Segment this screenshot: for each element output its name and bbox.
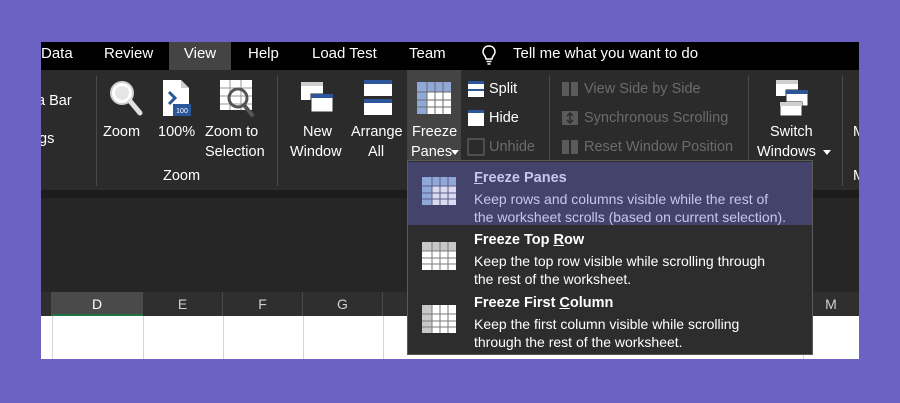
switch-windows-line1[interactable]: Switch [770, 122, 813, 142]
zoom-selection-line2[interactable]: Selection [205, 142, 265, 162]
arrange-all-icon [364, 80, 392, 115]
reset-position-icon [562, 140, 578, 154]
access-key: C [559, 295, 570, 311]
new-window-line2[interactable]: Window [290, 142, 342, 162]
reset-window-position-button[interactable]: Reset Window Position [584, 137, 733, 157]
partial-label-bar[interactable]: a Bar [41, 91, 72, 111]
menu-item-freeze-top-row[interactable]: Freeze Top Row Keep the top row visible … [408, 227, 812, 290]
switch-windows-icon [776, 80, 809, 117]
freeze-panes-icon [417, 82, 451, 114]
tab-team[interactable]: Team [409, 42, 446, 70]
access-key: F [474, 170, 483, 186]
freeze-first-column-icon [422, 305, 456, 333]
magnifier-icon [110, 81, 143, 116]
arrange-all-line1[interactable]: Arrange [351, 122, 403, 142]
access-key: R [553, 232, 564, 248]
new-window-line1[interactable]: New [303, 122, 332, 142]
tab-data[interactable]: Data [41, 42, 73, 70]
side-by-side-icon [562, 82, 578, 96]
grid-line [223, 316, 224, 359]
title-text: Freeze First [474, 295, 560, 311]
page-100-icon: 100 [163, 80, 191, 116]
freeze-first-column-desc-2: through the rest of the worksheet. [474, 334, 683, 350]
grid-line [143, 316, 144, 359]
column-header-partial[interactable] [41, 292, 52, 316]
grid-line [52, 316, 53, 359]
tab-view[interactable]: View [169, 42, 231, 70]
hide-button[interactable]: Hide [489, 108, 519, 128]
freeze-panes-desc-2: the worksheet scrolls (based on current … [474, 209, 787, 225]
group-separator [96, 76, 97, 186]
freeze-panes-menu: Freeze Panes Keep rows and columns visib… [407, 160, 813, 355]
freeze-panes-icon [422, 177, 456, 205]
new-window-icon [301, 82, 334, 113]
title-text: olumn [569, 295, 614, 311]
group-separator [549, 76, 550, 168]
zoom-100-button[interactable]: 100% [158, 122, 195, 142]
chevron-down-icon [451, 150, 459, 155]
zoom-to-selection-icon [220, 80, 254, 117]
menu-item-freeze-first-column[interactable]: Freeze First Column Keep the first colum… [408, 290, 812, 353]
freeze-top-row-title: Freeze Top Row [474, 232, 584, 248]
freeze-top-row-icon [422, 242, 456, 270]
freeze-panes-title: Freeze Panes [474, 170, 567, 186]
tell-me-search[interactable]: Tell me what you want to do [513, 42, 698, 70]
view-side-by-side-button[interactable]: View Side by Side [584, 79, 701, 99]
synchronous-scrolling-button[interactable]: Synchronous Scrolling [584, 108, 728, 128]
tab-help[interactable]: Help [248, 42, 279, 70]
svg-text:100: 100 [176, 108, 188, 115]
freeze-first-column-title: Freeze First Column [474, 295, 613, 311]
partial-label-macros[interactable]: M [853, 122, 859, 142]
tab-load-test[interactable]: Load Test [312, 42, 377, 70]
group-separator [748, 76, 749, 168]
unhide-window-icon [467, 138, 485, 156]
freeze-top-row-desc-1: Keep the top row visible while scrolling… [474, 253, 766, 269]
grid-line [383, 316, 384, 359]
freeze-panes-line2[interactable]: Panes [411, 142, 452, 162]
lightbulb-icon [482, 45, 496, 65]
freeze-first-column-desc-1: Keep the first column visible while scro… [474, 316, 740, 332]
sync-scroll-icon [562, 111, 578, 125]
column-header-g[interactable]: G [303, 292, 383, 316]
menu-bar: Data Review View Help Load Test Team Tel… [41, 42, 859, 70]
unhide-button[interactable]: Unhide [489, 137, 535, 157]
title-text: ow [563, 232, 585, 248]
zoom-group-label: Zoom [163, 168, 201, 184]
group-separator [842, 76, 843, 186]
title-text: Freeze Top [474, 232, 554, 248]
split-icon [468, 81, 484, 97]
chevron-down-icon [823, 150, 831, 155]
arrange-all-line2[interactable]: All [368, 142, 384, 162]
split-button[interactable]: Split [489, 79, 517, 99]
group-separator [277, 76, 278, 186]
column-header-e[interactable]: E [143, 292, 223, 316]
freeze-panes-desc-1: Keep rows and columns visible while the … [474, 191, 769, 207]
partial-label-gs[interactable]: gs [41, 129, 54, 149]
column-header-d[interactable]: D [52, 292, 143, 316]
column-header-f[interactable]: F [223, 292, 303, 316]
tab-review[interactable]: Review [104, 42, 153, 70]
zoom-button[interactable]: Zoom [103, 122, 140, 142]
zoom-selection-line1[interactable]: Zoom to [205, 122, 258, 142]
freeze-top-row-desc-2: the rest of the worksheet. [474, 271, 632, 287]
menu-item-freeze-panes[interactable]: Freeze Panes Keep rows and columns visib… [408, 162, 812, 225]
switch-windows-line2[interactable]: Windows [757, 142, 816, 162]
title-text: reeze Panes [482, 170, 567, 186]
freeze-panes-line1[interactable]: Freeze [412, 122, 457, 142]
hide-window-icon [468, 110, 484, 126]
grid-line [303, 316, 304, 359]
partial-group-label: M [853, 166, 859, 186]
